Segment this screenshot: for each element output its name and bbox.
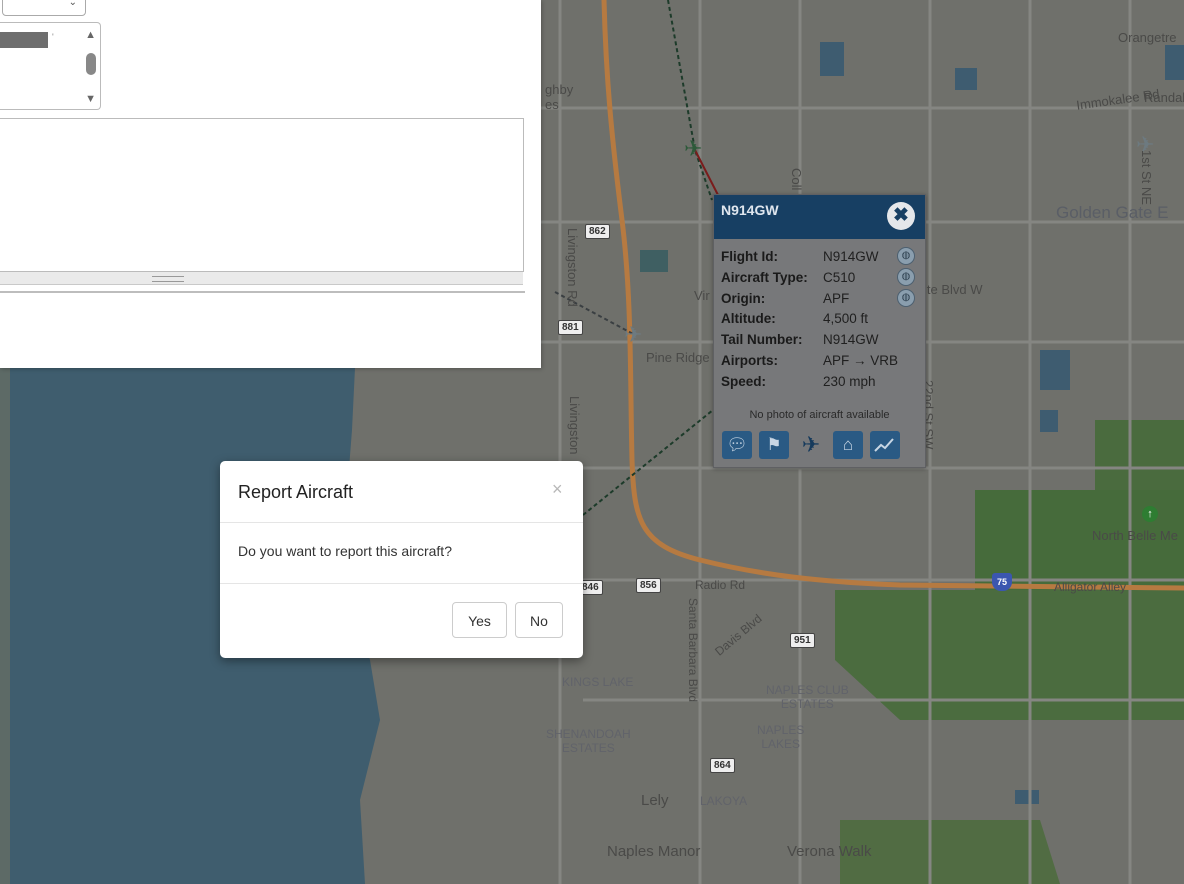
detail-value: APF bbox=[823, 290, 850, 306]
detail-key: Altitude: bbox=[721, 311, 776, 327]
detail-key: Speed: bbox=[721, 373, 767, 389]
map-label: SHENANDOAH ESTATES bbox=[546, 727, 631, 755]
popup-header: N914GW ✖ bbox=[714, 195, 925, 239]
detail-value: APF → VRB bbox=[823, 352, 899, 368]
close-circle-icon[interactable]: ✖ bbox=[887, 202, 915, 230]
divider bbox=[220, 583, 583, 584]
detail-row: Speed: 230 mph bbox=[721, 372, 898, 393]
divider bbox=[0, 291, 525, 293]
map-label: ghby es bbox=[545, 82, 574, 112]
detail-value: 230 mph bbox=[823, 373, 876, 389]
aircraft-marker[interactable]: ✈ bbox=[684, 138, 702, 160]
map-label: KINGS LAKE bbox=[562, 675, 634, 689]
yes-button[interactable]: Yes bbox=[452, 602, 507, 638]
map-label: Naples Manor bbox=[607, 843, 701, 860]
map-label: ite Blvd W bbox=[924, 282, 983, 297]
plane-icon[interactable]: ✈ bbox=[796, 431, 826, 459]
notes-textarea[interactable] bbox=[0, 118, 524, 272]
map-label: Verona Walk bbox=[787, 843, 872, 860]
map-label: Livingston Rd bbox=[565, 228, 580, 307]
detail-value: N914GW bbox=[823, 249, 879, 264]
comment-icon[interactable]: 💬︎ bbox=[722, 431, 752, 459]
globe-icon[interactable]: ◍ bbox=[897, 289, 915, 307]
map-label: Coll bbox=[789, 168, 804, 191]
detail-row: Altitude: 4,500 ft bbox=[721, 309, 898, 330]
detail-row: Flight Id: N914GW bbox=[721, 247, 898, 268]
scroll-down-icon[interactable]: ▼ bbox=[85, 93, 96, 105]
side-panel: ⌄ ' ▲ ▼ bbox=[0, 0, 541, 368]
divider bbox=[220, 522, 583, 523]
modal-title: Report Aircraft bbox=[238, 482, 354, 502]
detail-value: C510 bbox=[823, 269, 856, 285]
map-label: Livingston bbox=[567, 396, 582, 455]
modal-message: Do you want to report this aircraft? bbox=[238, 543, 452, 559]
map-label: LAKOYA bbox=[700, 794, 748, 808]
scroll-up-icon[interactable]: ▲ bbox=[85, 29, 96, 41]
no-photo-text: No photo of aircraft available bbox=[749, 409, 890, 421]
home-icon[interactable]: ⌂ bbox=[833, 431, 863, 459]
map-label: Alligator Alley bbox=[1054, 580, 1127, 594]
road-shield: 951 bbox=[790, 633, 815, 648]
popup-title: N914GW bbox=[721, 202, 779, 218]
layer-select[interactable]: ⌄ bbox=[2, 0, 86, 16]
road-shield: 864 bbox=[710, 758, 735, 773]
map-label: NAPLES LAKES bbox=[757, 723, 805, 751]
road-shield: 856 bbox=[636, 578, 661, 593]
detail-value: N914GW bbox=[823, 332, 879, 348]
park-icon: ↑ bbox=[1142, 506, 1158, 522]
map-label: North Belle Me bbox=[1092, 528, 1178, 543]
map-label: Golden Gate E bbox=[1056, 203, 1169, 222]
detail-row: Airports: APF → VRB bbox=[721, 351, 898, 372]
detail-row: Origin: APF bbox=[721, 289, 898, 310]
detail-key: Airports: bbox=[721, 352, 778, 368]
map-label: NAPLES CLUB ESTATES bbox=[766, 683, 849, 711]
aircraft-marker[interactable]: ✈ bbox=[624, 324, 642, 346]
map-label: Pine Ridge bbox=[646, 350, 710, 365]
chart-icon[interactable] bbox=[870, 431, 900, 459]
no-button[interactable]: No bbox=[515, 602, 563, 638]
list-item-selected[interactable] bbox=[0, 32, 48, 48]
map-label: 1st St NE bbox=[1139, 150, 1154, 205]
close-icon[interactable]: × bbox=[552, 479, 563, 500]
globe-icon[interactable]: ◍ bbox=[897, 247, 915, 265]
map-label: Lely bbox=[641, 792, 669, 809]
interstate-shield: 75 bbox=[992, 573, 1012, 591]
detail-key: Origin: bbox=[721, 290, 766, 306]
scrollbar-thumb[interactable] bbox=[86, 53, 96, 75]
globe-icon[interactable]: ◍ bbox=[897, 268, 915, 286]
detail-row: Aircraft Type: C510 bbox=[721, 268, 898, 289]
flag-icon[interactable]: ⚑ bbox=[759, 431, 789, 459]
map-label: Santa Barbara Blvd bbox=[686, 598, 700, 703]
detail-value: 4,500 ft bbox=[823, 311, 869, 327]
chevron-down-icon: ⌄ bbox=[68, 0, 77, 8]
road-shield: 881 bbox=[558, 320, 583, 335]
popup-actions: 💬︎ ⚑ ✈ ⌂ bbox=[722, 431, 900, 459]
aircraft-list[interactable]: ' ▲ ▼ bbox=[0, 22, 101, 110]
detail-key: Tail Number: bbox=[721, 332, 803, 348]
resize-handle[interactable] bbox=[0, 272, 523, 285]
aircraft-info-popup: N914GW ✖ Flight Id: N914GW Aircraft Type:… bbox=[713, 194, 926, 468]
aircraft-details: Flight Id: N914GW Aircraft Type: C510 Orig… bbox=[721, 247, 898, 393]
map-label: Orangetre bbox=[1118, 30, 1177, 45]
detail-key: Aircraft Type: bbox=[721, 269, 808, 285]
detail-key: Flight Id: bbox=[721, 249, 778, 264]
detail-row: Tail Number: N914GW bbox=[721, 330, 898, 351]
map-label: Radio Rd bbox=[695, 578, 746, 592]
list-tick: ' bbox=[52, 32, 54, 42]
map-label: Vir bbox=[694, 288, 710, 303]
road-shield: 862 bbox=[585, 224, 610, 239]
report-aircraft-modal: Report Aircraft × Do you want to report … bbox=[220, 461, 583, 658]
grip-icon bbox=[152, 276, 184, 282]
map-label: Randal bbox=[1144, 90, 1184, 105]
